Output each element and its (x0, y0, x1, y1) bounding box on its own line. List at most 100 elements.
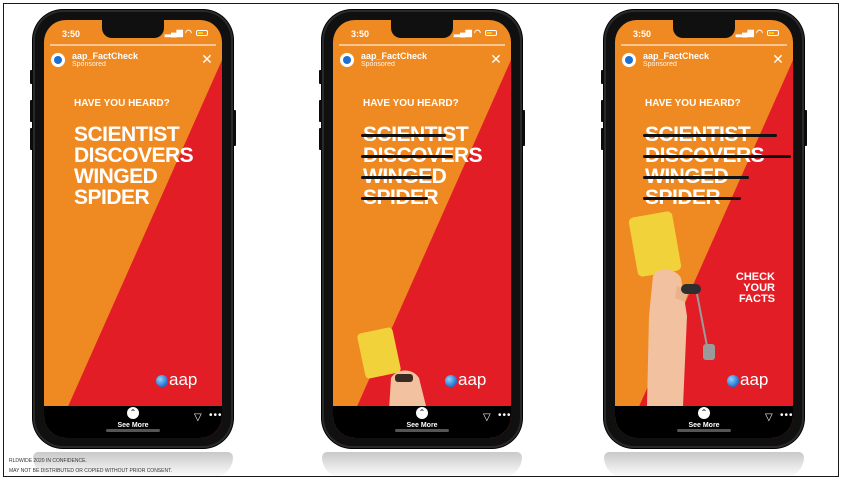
phone-side-button (319, 100, 322, 122)
pre-headline: HAVE YOU HEARD? (74, 98, 170, 109)
chevron-up-icon: ⌃ (698, 407, 710, 419)
phone-side-button (319, 128, 322, 150)
aap-wordmark: aap (169, 370, 198, 389)
more-options-icon[interactable]: ••• (209, 410, 222, 421)
story-screen: 3:50 ▂▄▆ ◠ aap_FactCheck Sponsored ✕ HAVE YOU… (615, 20, 793, 438)
confidentiality-notice-line-1: RLDWIDE 2020 IN CONFIDENCE. (9, 458, 87, 464)
strike-through-mark (643, 155, 791, 158)
strike-through-mark (361, 176, 432, 179)
headline: SCIENTIST DISCOVERS WINGED SPIDER (643, 124, 791, 208)
hand-holding-yellow-card (357, 327, 427, 410)
strike-through-mark (643, 197, 741, 200)
phone-side-button (30, 100, 33, 122)
aap-logo: aap (445, 370, 489, 390)
aap-logo: aap (156, 370, 200, 390)
phone-side-button (319, 70, 322, 84)
strike-through-mark (361, 197, 428, 200)
phone-side-button (30, 70, 33, 84)
close-icon[interactable]: ✕ (200, 52, 214, 66)
more-options-icon[interactable]: ••• (498, 410, 511, 421)
phone-notch (673, 20, 735, 38)
see-more-label: See More (406, 422, 438, 429)
status-time: 3:50 (633, 29, 652, 39)
see-more-label: See More (117, 422, 149, 429)
sponsored-label: Sponsored (361, 61, 395, 68)
story-bottom-bar: ⌃ See More ▽ ••• (44, 406, 222, 438)
story-bottom-bar: ⌃ See More ▽ ••• (615, 406, 793, 438)
account-name[interactable]: aap_FactCheck (361, 51, 427, 61)
home-indicator (677, 429, 731, 432)
headline-line: SCIENTIST (74, 123, 180, 146)
account-name[interactable]: aap_FactCheck (643, 51, 709, 61)
chevron-up-icon: ⌃ (416, 407, 428, 419)
phone-mockup: 3:50 ▂▄▆ ◠ aap_FactCheck Sponsored ✕ HAVE YOU… (30, 10, 236, 448)
phone-power-button (522, 110, 525, 146)
see-more-label: See More (688, 422, 720, 429)
phone-power-button (233, 110, 236, 146)
phone-notch (391, 20, 453, 38)
send-icon[interactable]: ▽ (765, 412, 777, 424)
aap-wordmark: aap (458, 370, 487, 389)
sponsored-label: Sponsored (72, 61, 106, 68)
yellow-card (357, 327, 401, 379)
status-time: 3:50 (62, 29, 81, 39)
headline-line: DISCOVERS (74, 144, 194, 167)
battery-icon (767, 30, 779, 36)
phone-reflection (604, 452, 804, 478)
home-indicator (106, 429, 160, 432)
aap-wordmark: aap (740, 370, 769, 389)
strike-through-mark (643, 134, 777, 137)
strike-through-mark (361, 134, 446, 137)
send-icon[interactable]: ▽ (194, 412, 206, 424)
headline-line: SPIDER (74, 186, 150, 209)
phone-reflection (322, 452, 522, 478)
account-avatar[interactable] (339, 52, 355, 68)
hand (389, 370, 427, 410)
send-icon[interactable]: ▽ (483, 412, 495, 424)
phone-mockup: 3:50 ▂▄▆ ◠ aap_FactCheck Sponsored ✕ HAVE YOU… (601, 10, 807, 448)
account-avatar[interactable] (50, 52, 66, 68)
account-name[interactable]: aap_FactCheck (72, 51, 138, 61)
story-screen: 3:50 ▂▄▆ ◠ aap_FactCheck Sponsored ✕ HAVE YOU… (333, 20, 511, 438)
confidentiality-notice-line-2: MAY NOT BE DISTRIBUTED OR COPIED WITHOUT… (9, 468, 172, 474)
aap-globe-icon (727, 375, 739, 387)
headline: SCIENTIST DISCOVERS WINGED SPIDER (74, 123, 194, 209)
phone-power-button (804, 110, 807, 146)
aap-logo: aap (727, 370, 771, 390)
phone-side-button (30, 128, 33, 150)
phone-side-button (601, 128, 604, 150)
headline: SCIENTIST DISCOVERS WINGED SPIDER (361, 124, 483, 208)
aap-globe-icon (156, 375, 168, 387)
status-time: 3:50 (351, 29, 370, 39)
close-icon[interactable]: ✕ (489, 52, 503, 66)
aap-globe-icon (625, 56, 633, 64)
signal-wifi-icon: ▂▄▆ ◠ (164, 28, 192, 37)
battery-icon (196, 30, 208, 36)
pre-headline: HAVE YOU HEARD? (363, 98, 459, 109)
pre-headline: HAVE YOU HEARD? (645, 98, 741, 109)
story-screen: 3:50 ▂▄▆ ◠ aap_FactCheck Sponsored ✕ HAVE YOU… (44, 20, 222, 438)
more-options-icon[interactable]: ••• (780, 410, 793, 421)
aap-globe-icon (343, 56, 351, 64)
story-bottom-bar: ⌃ See More ▽ ••• (333, 406, 511, 438)
aap-globe-icon (445, 375, 457, 387)
close-icon[interactable]: ✕ (771, 52, 785, 66)
aap-globe-icon (54, 56, 62, 64)
phone-mockup: 3:50 ▂▄▆ ◠ aap_FactCheck Sponsored ✕ HAVE YOU… (319, 10, 525, 448)
story-progress-bar (50, 44, 216, 46)
battery-icon (485, 30, 497, 36)
story-progress-bar (621, 44, 787, 46)
phone-reflection (33, 452, 233, 478)
headline-line: WINGED (74, 165, 158, 188)
account-avatar[interactable] (621, 52, 637, 68)
phone-side-button (601, 70, 604, 84)
chevron-up-icon: ⌃ (127, 407, 139, 419)
phone-notch (102, 20, 164, 38)
strike-through-mark (643, 176, 749, 179)
strike-through-mark (361, 155, 453, 158)
home-indicator (395, 429, 449, 432)
sponsored-label: Sponsored (643, 61, 677, 68)
phone-side-button (601, 100, 604, 122)
signal-wifi-icon: ▂▄▆ ◠ (453, 28, 481, 37)
signal-wifi-icon: ▂▄▆ ◠ (735, 28, 763, 37)
